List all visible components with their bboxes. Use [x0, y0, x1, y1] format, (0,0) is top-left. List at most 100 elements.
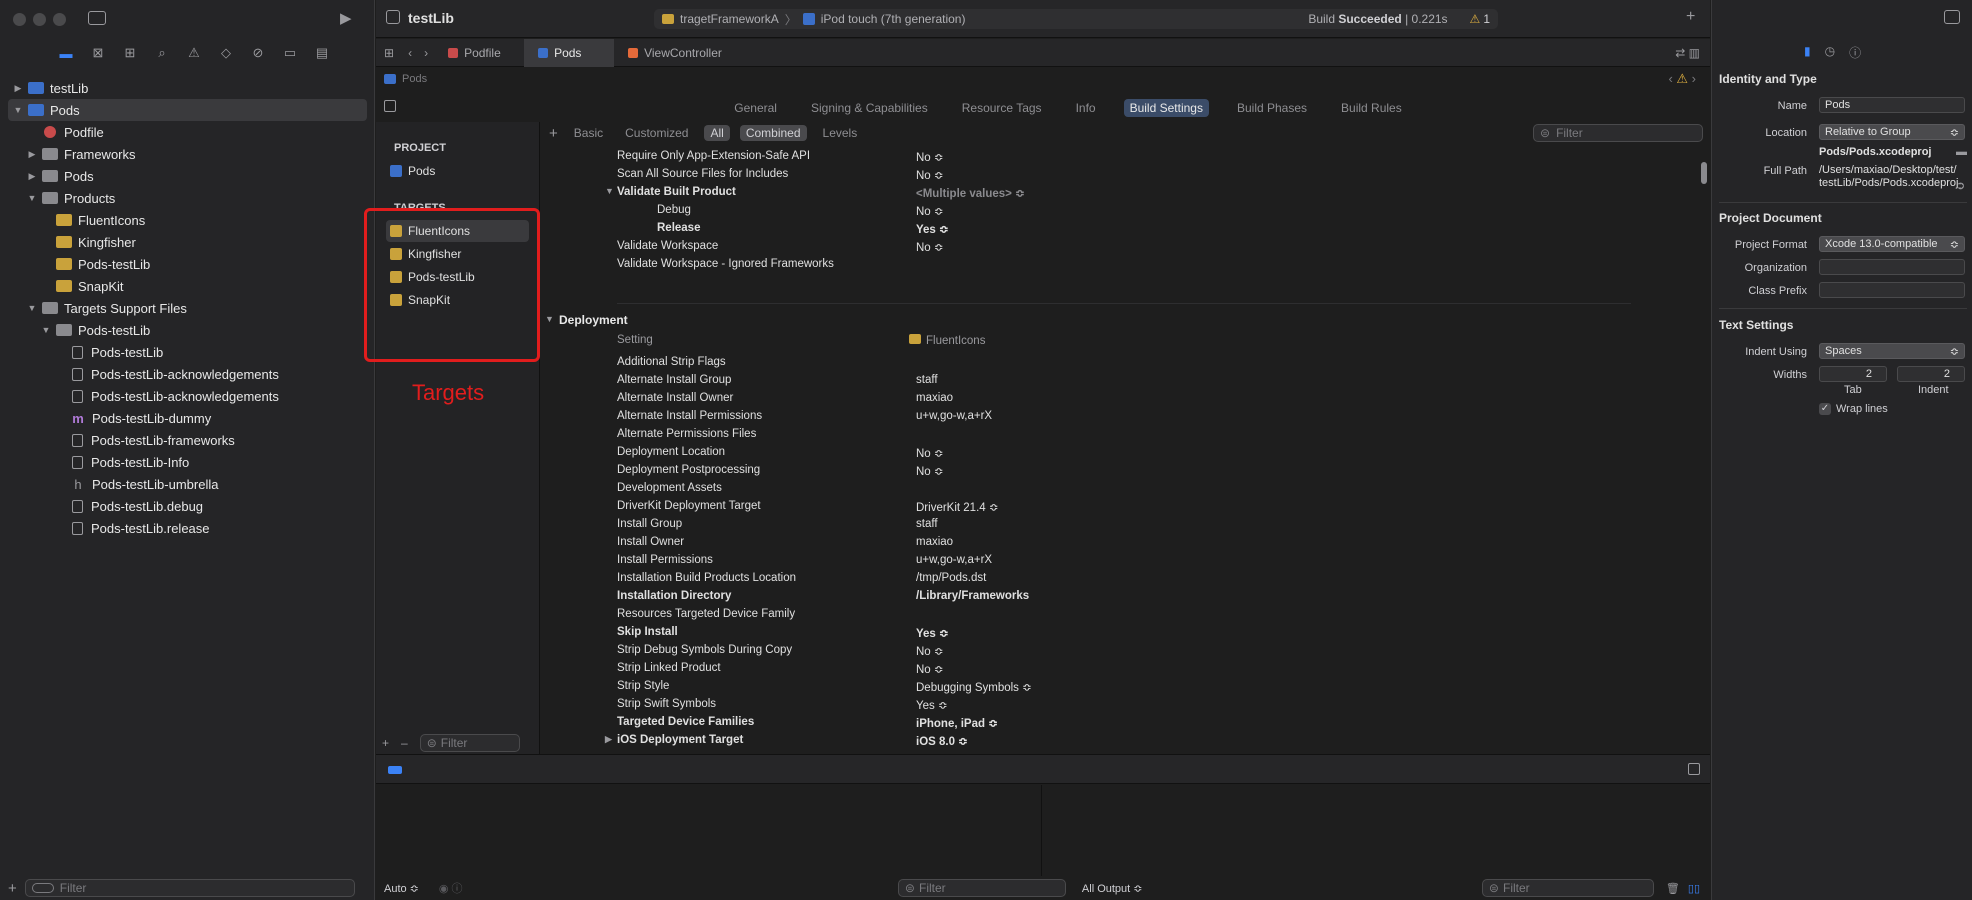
setting-row[interactable]: Install Group staff: [541, 516, 1701, 534]
setting-row[interactable]: Alternate Install Group staff: [541, 372, 1701, 390]
setting-value[interactable]: Debugging Symbols ≎: [916, 680, 1032, 694]
setting-row[interactable]: Strip Style Debugging Symbols ≎: [541, 678, 1701, 696]
tree-item[interactable]: Pods-testLib.release: [0, 517, 375, 539]
test-icon[interactable]: ◇: [218, 45, 234, 61]
name-field[interactable]: Pods: [1819, 97, 1965, 113]
vertical-scrollbar[interactable]: [1701, 162, 1707, 184]
add-setting-icon[interactable]: +: [549, 125, 558, 142]
history-icon[interactable]: ◷: [1825, 44, 1835, 61]
inspector-toggle-icon[interactable]: [1944, 10, 1960, 24]
setting-value[interactable]: No ≎: [916, 168, 944, 182]
setting-row[interactable]: Scan All Source Files for Includes No ≎: [541, 166, 1701, 184]
setting-row[interactable]: ▶ iOS Deployment Target iOS 8.0 ≎: [541, 732, 1701, 750]
setting-value[interactable]: /tmp/Pods.dst: [916, 572, 986, 584]
setting-value[interactable]: maxiao: [916, 392, 953, 404]
file-inspector-icon[interactable]: ▮: [1804, 44, 1811, 61]
setting-value[interactable]: maxiao: [916, 536, 953, 548]
run-icon[interactable]: ▶: [340, 9, 352, 27]
disclosure-icon[interactable]: ▶: [26, 171, 38, 182]
editor-tab[interactable]: Resource Tags: [956, 99, 1048, 117]
setting-row[interactable]: Deployment Postprocessing No ≎: [541, 462, 1701, 480]
add-icon[interactable]: +: [8, 880, 17, 897]
setting-row[interactable]: Deployment Location No ≎: [541, 444, 1701, 462]
setting-value[interactable]: /Library/Frameworks: [916, 590, 1029, 602]
setting-row[interactable]: Alternate Permissions Files: [541, 426, 1701, 444]
setting-row[interactable]: Release Yes ≎: [541, 220, 1701, 238]
section-deployment[interactable]: ▼ Deployment: [541, 310, 1701, 332]
setting-row[interactable]: Resources Targeted Device Family: [541, 606, 1701, 624]
setting-value[interactable]: staff: [916, 374, 938, 386]
setting-value[interactable]: u+w,go-w,a+rX: [916, 554, 992, 566]
disclosure-icon[interactable]: ▼: [26, 193, 38, 203]
setting-value[interactable]: No ≎: [916, 446, 944, 460]
setting-row[interactable]: Installation Build Products Location/tmp…: [541, 570, 1701, 588]
warning-icon[interactable]: ⚠: [1470, 12, 1481, 26]
disclosure-icon[interactable]: ▼: [40, 325, 52, 335]
filter-segment[interactable]: All: [704, 125, 730, 141]
setting-row[interactable]: Validate Workspace - Ignored Frameworks: [541, 256, 1701, 274]
disclosure-icon[interactable]: ▼: [12, 105, 24, 115]
tab-podfile[interactable]: Podfile: [434, 39, 524, 67]
setting-value[interactable]: iPhone, iPad ≎: [916, 716, 998, 730]
variables-filter-input[interactable]: ⊜ Filter: [897, 879, 1066, 897]
reveal-arrow-icon[interactable]: ➲: [1956, 179, 1965, 192]
close-window-button[interactable]: [13, 13, 26, 26]
setting-value[interactable]: Yes ≎: [916, 222, 949, 236]
tree-item[interactable]: Podfile: [0, 121, 375, 143]
filter-segment[interactable]: Levels: [817, 125, 864, 141]
symbol-navigator-icon[interactable]: ⊞: [122, 45, 138, 61]
hide-debug-area-icon[interactable]: [1688, 763, 1700, 775]
tree-item[interactable]: ▼ Products: [0, 187, 375, 209]
setting-row[interactable]: Targeted Device Families iPhone, iPad ≎: [541, 714, 1701, 732]
editor-tab[interactable]: Build Rules: [1335, 99, 1408, 117]
console-output-selector[interactable]: All Output ≎: [1082, 882, 1482, 895]
setting-row[interactable]: Skip Install Yes ≎: [541, 624, 1701, 642]
eye-icon[interactable]: ◉ ⓘ: [439, 880, 463, 896]
setting-row[interactable]: Strip Linked Product No ≎: [541, 660, 1701, 678]
editor-tab[interactable]: Signing & Capabilities: [805, 99, 934, 117]
tree-item[interactable]: m Pods-testLib-dummy: [0, 407, 375, 429]
project-format-popup[interactable]: Xcode 13.0-compatible ≎: [1819, 236, 1965, 252]
variables-scope-selector[interactable]: Auto ≎: [384, 882, 419, 895]
setting-value[interactable]: iOS 8.0 ≎: [916, 734, 968, 748]
folder-icon[interactable]: ▬: [1956, 146, 1967, 158]
split-console-icon[interactable]: ▯▯: [1688, 882, 1700, 895]
setting-value[interactable]: No ≎: [916, 662, 944, 676]
setting-row[interactable]: Alternate Install Owner maxiao: [541, 390, 1701, 408]
tree-item[interactable]: ▶ Frameworks: [0, 143, 375, 165]
disclosure-icon[interactable]: ▶: [605, 734, 612, 745]
editor-tab[interactable]: General: [728, 99, 783, 117]
editor-tab[interactable]: Build Phases: [1231, 99, 1313, 117]
grid-icon[interactable]: ⊞: [376, 39, 402, 67]
help-icon[interactable]: ⓘ: [1849, 44, 1861, 61]
tree-item[interactable]: FluentIcons: [0, 209, 375, 231]
minimize-window-button[interactable]: [33, 13, 46, 26]
jump-bar-item[interactable]: Pods: [402, 73, 427, 85]
debug-icon[interactable]: ⊘: [250, 45, 266, 61]
disclosure-icon[interactable]: ▼: [545, 314, 554, 324]
setting-value[interactable]: Yes ≎: [916, 626, 949, 640]
tab-width-stepper[interactable]: 2: [1819, 366, 1887, 382]
setting-value[interactable]: No ≎: [916, 464, 944, 478]
setting-value[interactable]: <Multiple values> ≎: [916, 186, 1025, 200]
back-icon[interactable]: ‹: [402, 39, 418, 67]
scheme-selector[interactable]: tragetFrameworkA: [680, 12, 779, 26]
hide-targets-icon[interactable]: [384, 100, 396, 112]
destination-selector[interactable]: iPod touch (7th generation): [821, 12, 966, 26]
remove-target-icon[interactable]: –: [401, 736, 408, 750]
setting-row[interactable]: Alternate Install Permissions u+w,go-w,a+…: [541, 408, 1701, 426]
sidebar-toggle-icon[interactable]: [88, 11, 106, 25]
split-editor-icon[interactable]: ⇄ ▥: [1665, 46, 1710, 60]
zoom-window-button[interactable]: [53, 13, 66, 26]
tree-item[interactable]: Pods-testLib-Info: [0, 451, 375, 473]
setting-row[interactable]: Require Only App-Extension-Safe API No ≎: [541, 148, 1701, 166]
tree-item[interactable]: ▼ Pods-testLib: [0, 319, 375, 341]
setting-value[interactable]: Yes ≎: [916, 698, 948, 712]
setting-value[interactable]: No ≎: [916, 150, 944, 164]
class-prefix-field[interactable]: [1819, 282, 1965, 298]
tree-item[interactable]: Pods-testLib-frameworks: [0, 429, 375, 451]
tree-item[interactable]: Pods-testLib-acknowledgements: [0, 385, 375, 407]
location-popup[interactable]: Relative to Group ≎: [1819, 124, 1965, 140]
setting-row[interactable]: Debug No ≎: [541, 202, 1701, 220]
target-filter-input[interactable]: ⊜ Filter: [419, 734, 520, 752]
